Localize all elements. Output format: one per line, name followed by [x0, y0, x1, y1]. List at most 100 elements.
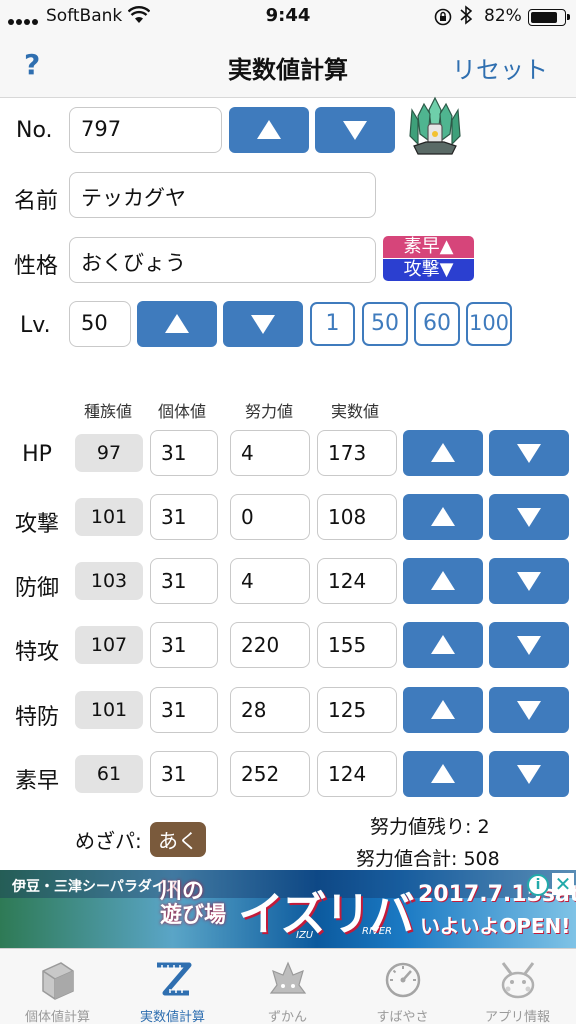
actual-stat-input[interactable]: 125 — [317, 687, 397, 733]
actual-stat-input[interactable]: 155 — [317, 622, 397, 668]
ruler-z-icon — [152, 959, 194, 1001]
ev-total: 努力値合計: 508 — [356, 848, 500, 870]
ad-catch: 川の 遊び場 — [160, 879, 227, 928]
up-arrow-icon — [431, 700, 455, 719]
actual-stat-input[interactable]: 124 — [317, 558, 397, 604]
stat-decrement-button[interactable] — [489, 687, 569, 733]
column-header-iv: 個体値 — [158, 402, 207, 421]
reset-button[interactable]: リセット — [452, 50, 548, 85]
stat-decrement-button[interactable] — [489, 622, 569, 668]
level-decrement-button[interactable] — [223, 301, 303, 347]
ev-input[interactable]: 0 — [230, 494, 310, 540]
down-arrow-icon — [517, 765, 541, 784]
ev-remaining: 努力値残り: 2 — [370, 816, 490, 838]
down-arrow-icon — [517, 636, 541, 655]
nature-drop-badge: 攻撃▼ — [383, 259, 474, 281]
level-label: Lv. — [20, 313, 51, 338]
column-header-actual: 実数値 — [331, 402, 380, 421]
stat-increment-button[interactable] — [403, 622, 483, 668]
up-arrow-icon — [431, 443, 455, 462]
battery-icon — [528, 9, 570, 26]
status-bar: SoftBank 9:44 82% — [0, 0, 576, 34]
stat-decrement-button[interactable] — [489, 430, 569, 476]
stat-increment-button[interactable] — [403, 430, 483, 476]
actual-stat-input[interactable]: 108 — [317, 494, 397, 540]
stat-label: 特攻 — [14, 640, 59, 665]
ad-sub-izu: IZU — [296, 930, 314, 941]
speedometer-icon — [382, 959, 424, 1001]
stat-increment-button[interactable] — [403, 494, 483, 540]
name-label: 名前 — [14, 189, 59, 214]
ev-input[interactable]: 4 — [230, 558, 310, 604]
tab-bar: 個体値計算 実数値計算 ずかん すばやさ アプリ情報 — [0, 948, 576, 1024]
tab-label: 個体値計算 — [24, 1010, 90, 1024]
ad-sub-river: RIVER — [362, 926, 393, 937]
stat-increment-button[interactable] — [403, 687, 483, 733]
stat-label: HP — [22, 442, 52, 467]
ev-input[interactable]: 252 — [230, 751, 310, 797]
no-decrement-button[interactable] — [315, 107, 395, 153]
down-arrow-icon — [517, 508, 541, 527]
level-preset-1-button[interactable]: 1 — [310, 302, 355, 346]
stat-increment-button[interactable] — [403, 751, 483, 797]
rotation-lock-icon — [434, 8, 452, 31]
level-increment-button[interactable] — [137, 301, 217, 347]
stat-label: 攻撃 — [14, 512, 59, 537]
up-arrow-icon — [431, 764, 455, 783]
actual-stat-input[interactable]: 173 — [317, 430, 397, 476]
tab-label: すばやさ — [376, 1010, 429, 1024]
stat-label: 防御 — [14, 576, 59, 601]
ad-close-icon[interactable]: ✕ — [552, 873, 574, 895]
stat-decrement-button[interactable] — [489, 494, 569, 540]
tab-speed[interactable]: すばやさ — [345, 949, 460, 1024]
stat-decrement-button[interactable] — [489, 751, 569, 797]
up-arrow-icon — [431, 635, 455, 654]
ad-info-icon[interactable]: i — [527, 874, 549, 896]
iv-input[interactable]: 31 — [150, 558, 218, 604]
iv-input[interactable]: 31 — [150, 430, 218, 476]
stat-increment-button[interactable] — [403, 558, 483, 604]
down-arrow-icon — [517, 572, 541, 591]
tab-iv-calc[interactable]: 個体値計算 — [0, 949, 115, 1024]
ev-input[interactable]: 28 — [230, 687, 310, 733]
ad-open: いよいよOPEN! — [420, 914, 571, 938]
level-preset-60-button[interactable]: 60 — [414, 302, 460, 346]
name-input[interactable]: テッカグヤ — [69, 172, 376, 218]
ad-brand: 伊豆・三津シーパラダイス — [12, 879, 180, 895]
base-stat-value: 103 — [75, 562, 143, 600]
iv-input[interactable]: 31 — [150, 494, 218, 540]
ev-input[interactable]: 220 — [230, 622, 310, 668]
nature-label: 性格 — [14, 254, 59, 279]
tab-label: 実数値計算 — [139, 1010, 205, 1024]
iv-input[interactable]: 31 — [150, 687, 218, 733]
up-arrow-icon — [257, 120, 281, 139]
level-preset-100-button[interactable]: 100 — [466, 302, 512, 346]
no-label: No. — [16, 118, 53, 143]
stat-label: 素早 — [14, 769, 59, 794]
pikachu-icon — [497, 959, 539, 1001]
iv-input[interactable]: 31 — [150, 622, 218, 668]
ad-banner[interactable]: 伊豆・三津シーパラダイス 川の 遊び場 イズリバ IZU RIVER 2017.… — [0, 870, 576, 948]
nav-bar: ? 実数値計算 リセット — [0, 34, 576, 98]
up-arrow-icon — [431, 507, 455, 526]
up-arrow-icon — [431, 571, 455, 590]
tab-app-info[interactable]: アプリ情報 — [460, 949, 575, 1024]
level-input[interactable]: 50 — [69, 301, 131, 347]
level-preset-50-button[interactable]: 50 — [362, 302, 408, 346]
stat-decrement-button[interactable] — [489, 558, 569, 604]
tab-pokedex[interactable]: ずかん — [230, 949, 345, 1024]
no-input[interactable]: 797 — [69, 107, 222, 153]
tab-actual-calc[interactable]: 実数値計算 — [115, 949, 230, 1024]
no-increment-button[interactable] — [229, 107, 309, 153]
pokemon-sprite — [406, 96, 464, 160]
up-arrow-icon — [165, 314, 189, 333]
hidden-power-label: めざパ: — [75, 829, 142, 853]
down-arrow-icon — [517, 701, 541, 720]
iv-input[interactable]: 31 — [150, 751, 218, 797]
actual-stat-input[interactable]: 124 — [317, 751, 397, 797]
tab-label: ずかん — [267, 1010, 307, 1024]
nature-boost-badge: 素早▲ — [383, 236, 474, 258]
ev-input[interactable]: 4 — [230, 430, 310, 476]
column-header-ev: 努力値 — [245, 402, 294, 421]
nature-input[interactable]: おくびょう — [69, 237, 376, 283]
